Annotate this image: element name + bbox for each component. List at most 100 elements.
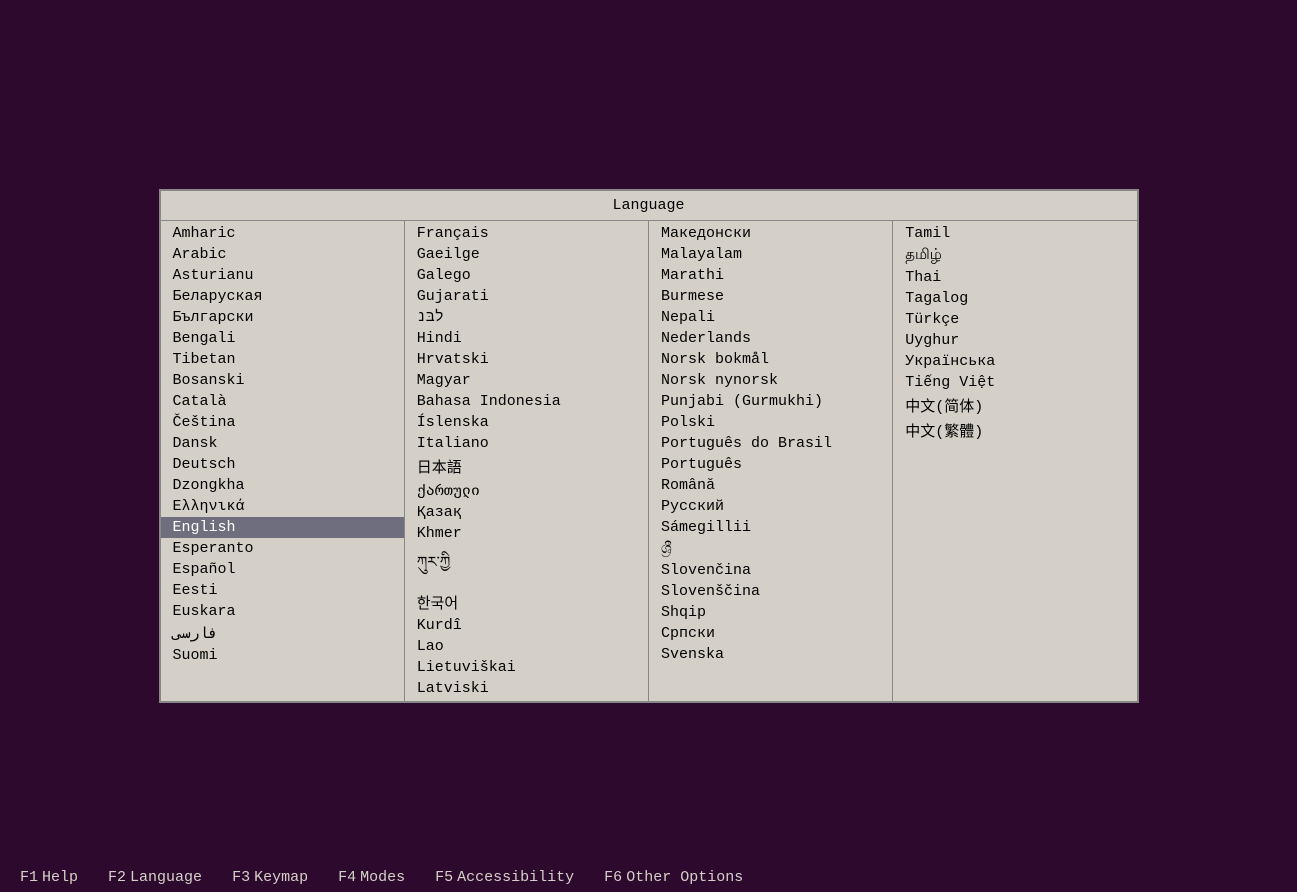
footer-key: F3 — [232, 869, 250, 886]
lang-item[interactable]: Čeština — [161, 412, 404, 433]
lang-item[interactable]: 中文(简体) — [893, 393, 1136, 418]
lang-item[interactable]: Slovenščina — [649, 581, 892, 602]
lang-item[interactable]: Bengali — [161, 328, 404, 349]
lang-item[interactable]: Norsk bokmål — [649, 349, 892, 370]
lang-item[interactable]: Қазақ — [405, 502, 648, 523]
lang-item[interactable]: Tamil — [893, 223, 1136, 244]
lang-item[interactable]: Português — [649, 454, 892, 475]
lang-item[interactable]: 中文(繁體) — [893, 418, 1136, 443]
lang-item[interactable]: Asturianu — [161, 265, 404, 286]
lang-item[interactable]: Eesti — [161, 580, 404, 601]
lang-item[interactable]: Svenska — [649, 644, 892, 665]
lang-item[interactable]: Dzongkha — [161, 475, 404, 496]
lang-item[interactable]: Malayalam — [649, 244, 892, 265]
lang-item[interactable]: Türkçe — [893, 309, 1136, 330]
lang-item[interactable]: Українська — [893, 351, 1136, 372]
lang-item[interactable]: Беларуская — [161, 286, 404, 307]
footer-item-f6[interactable]: F6 Other Options — [604, 869, 743, 886]
footer-label: Modes — [360, 869, 405, 886]
lang-item[interactable]: Bahasa Indonesia — [405, 391, 648, 412]
lang-item[interactable]: Tiếng Việt — [893, 372, 1136, 393]
lang-item[interactable]: Français — [405, 223, 648, 244]
footer-label: Other Options — [626, 869, 743, 886]
lang-item[interactable]: 日本語 — [405, 454, 648, 479]
lang-item[interactable]: தமிழ் — [893, 244, 1136, 267]
lang-item[interactable]: Gaeilge — [405, 244, 648, 265]
footer-label: Keymap — [254, 869, 308, 886]
lang-item[interactable]: Íslenska — [405, 412, 648, 433]
lang-item[interactable]: 한국어 — [405, 590, 648, 615]
lang-item[interactable]: ქართული — [405, 479, 648, 502]
lang-item[interactable]: Amharic — [161, 223, 404, 244]
lang-item[interactable]: Lao — [405, 636, 648, 657]
footer-item-f2[interactable]: F2 Language — [108, 869, 202, 886]
main-container: Language AmharicArabicAsturianuБеларуска… — [159, 0, 1139, 892]
lang-item[interactable]: Română — [649, 475, 892, 496]
lang-column-1: FrançaisGaeilgeGalegoGujaratiלבּנHindiHr… — [405, 221, 649, 701]
lang-item[interactable]: Burmese — [649, 286, 892, 307]
footer-label: Language — [130, 869, 202, 886]
lang-item[interactable]: ශ්‍රී — [649, 538, 892, 560]
lang-item[interactable]: Català — [161, 391, 404, 412]
lang-item[interactable]: Tibetan — [161, 349, 404, 370]
footer-bar: F1 Help F2 Language F3 Keymap F4 Modes F5 Ac… — [0, 863, 1297, 892]
lang-item[interactable]: Khmer — [405, 523, 648, 544]
footer-key: F4 — [338, 869, 356, 886]
lang-item[interactable]: Nederlands — [649, 328, 892, 349]
lang-item[interactable]: Русский — [649, 496, 892, 517]
footer-label: Accessibility — [457, 869, 574, 886]
lang-item[interactable]: לבּנ — [405, 307, 648, 328]
lang-item[interactable]: Bosanski — [161, 370, 404, 391]
lang-item[interactable]: Nepali — [649, 307, 892, 328]
footer-item-f1[interactable]: F1 Help — [20, 869, 78, 886]
lang-item[interactable]: Sámegillii — [649, 517, 892, 538]
lang-item[interactable]: Norsk nynorsk — [649, 370, 892, 391]
lang-item[interactable]: Esperanto — [161, 538, 404, 559]
lang-item[interactable]: Deutsch — [161, 454, 404, 475]
lang-item[interactable]: Dansk — [161, 433, 404, 454]
lang-item[interactable]: Suomi — [161, 645, 404, 666]
lang-item[interactable]: Thai — [893, 267, 1136, 288]
lang-item[interactable]: Ελληνικά — [161, 496, 404, 517]
footer-label: Help — [42, 869, 78, 886]
lang-item[interactable]: Српски — [649, 623, 892, 644]
footer-key: F5 — [435, 869, 453, 886]
lang-item[interactable]: Español — [161, 559, 404, 580]
lang-column-0: AmharicArabicAsturianuБеларускаяБългарск… — [161, 221, 405, 701]
lang-item[interactable]: Български — [161, 307, 404, 328]
lang-item[interactable]: Magyar — [405, 370, 648, 391]
lang-item[interactable]: Italiano — [405, 433, 648, 454]
lang-item[interactable]: Lietuviškai — [405, 657, 648, 678]
footer-key: F2 — [108, 869, 126, 886]
lang-item[interactable]: Kurdî — [405, 615, 648, 636]
lang-item[interactable]: Punjabi (Gurmukhi) — [649, 391, 892, 412]
lang-item[interactable]: فارسی — [161, 622, 404, 645]
lang-item[interactable]: Arabic — [161, 244, 404, 265]
lang-item[interactable]: Македонски — [649, 223, 892, 244]
footer-key: F6 — [604, 869, 622, 886]
lang-item[interactable]: Hrvatski — [405, 349, 648, 370]
lang-item[interactable]: Latviski — [405, 678, 648, 699]
lang-column-3: Tamilதமிழ்ThaiTagalogTürkçeUyghurУкраїнс… — [893, 221, 1136, 701]
footer-key: F1 — [20, 869, 38, 886]
lang-column-2: МакедонскиMalayalamMarathiBurmeseNepaliN… — [649, 221, 893, 701]
lang-item[interactable]: Uyghur — [893, 330, 1136, 351]
footer-item-f4[interactable]: F4 Modes — [338, 869, 405, 886]
language-panel: Language AmharicArabicAsturianuБеларуска… — [159, 189, 1139, 703]
columns-container: AmharicArabicAsturianuБеларускаяБългарск… — [161, 221, 1137, 701]
lang-item[interactable]: Galego — [405, 265, 648, 286]
lang-item[interactable]: English — [161, 517, 404, 538]
lang-item[interactable]: Polski — [649, 412, 892, 433]
lang-item[interactable]: Gujarati — [405, 286, 648, 307]
lang-item[interactable]: Slovenčina — [649, 560, 892, 581]
lang-item[interactable]: Marathi — [649, 265, 892, 286]
lang-item[interactable]: Hindi — [405, 328, 648, 349]
lang-item[interactable]: Português do Brasil — [649, 433, 892, 454]
lang-item[interactable]: Euskara — [161, 601, 404, 622]
panel-title: Language — [161, 191, 1137, 221]
lang-item[interactable]: ཀུར་ཀྱི — [405, 544, 648, 590]
footer-item-f3[interactable]: F3 Keymap — [232, 869, 308, 886]
lang-item[interactable]: Tagalog — [893, 288, 1136, 309]
lang-item[interactable]: Shqip — [649, 602, 892, 623]
footer-item-f5[interactable]: F5 Accessibility — [435, 869, 574, 886]
